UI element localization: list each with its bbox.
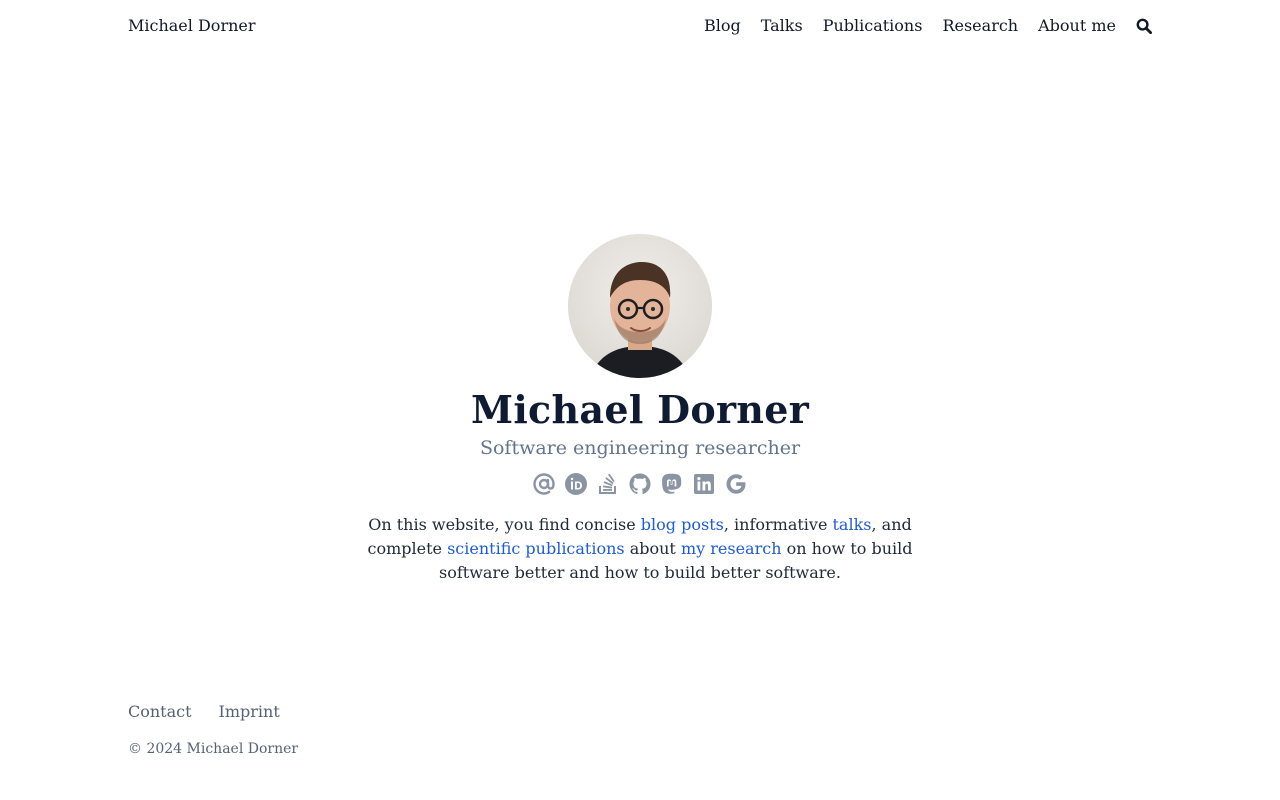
profile-tagline: Software engineering researcher xyxy=(479,437,801,459)
scientific-publications-link[interactable]: scientific publications xyxy=(447,539,625,558)
intro-text-4: about xyxy=(624,539,681,558)
my-research-link[interactable]: my research xyxy=(681,539,782,558)
main-nav: Blog Talks Publications Research About m… xyxy=(704,16,1152,36)
site-title-link[interactable]: Michael Dorner xyxy=(128,16,256,36)
profile-name: Michael Dorner xyxy=(470,387,810,432)
mastodon-icon[interactable] xyxy=(660,472,684,496)
linkedin-icon[interactable] xyxy=(692,472,716,496)
footer-imprint-link[interactable]: Imprint xyxy=(219,702,280,722)
nav-about-me[interactable]: About me xyxy=(1038,16,1116,36)
github-icon[interactable] xyxy=(628,472,652,496)
nav-publications[interactable]: Publications xyxy=(823,16,923,36)
email-icon[interactable] xyxy=(532,472,556,496)
intro-text-2: , informative xyxy=(723,515,833,534)
orcid-icon[interactable] xyxy=(564,472,588,496)
site-header: Michael Dorner Blog Talks Publications R… xyxy=(0,0,1280,54)
google-scholar-icon[interactable] xyxy=(724,472,748,496)
blog-posts-link[interactable]: blog posts xyxy=(641,515,724,534)
nav-blog[interactable]: Blog xyxy=(704,16,741,36)
intro-text-1: On this website, you find concise xyxy=(368,515,641,534)
footer-links: Contact Imprint xyxy=(128,702,307,722)
search-icon[interactable] xyxy=(1136,16,1152,36)
nav-talks[interactable]: Talks xyxy=(761,16,803,36)
site-footer: Contact Imprint © 2024 Michael Dorner xyxy=(128,702,307,758)
nav-research[interactable]: Research xyxy=(942,16,1018,36)
copyright-text: © 2024 Michael Dorner xyxy=(128,741,299,757)
avatar xyxy=(568,234,712,378)
footer-contact-link[interactable]: Contact xyxy=(128,702,192,722)
stackoverflow-icon[interactable] xyxy=(596,472,620,496)
talks-link[interactable]: talks xyxy=(833,515,872,534)
hero-section: Michael Dorner Software engineering rese… xyxy=(0,234,1280,585)
intro-paragraph: On this website, you find concise blog p… xyxy=(345,513,935,585)
social-links xyxy=(0,472,1280,496)
